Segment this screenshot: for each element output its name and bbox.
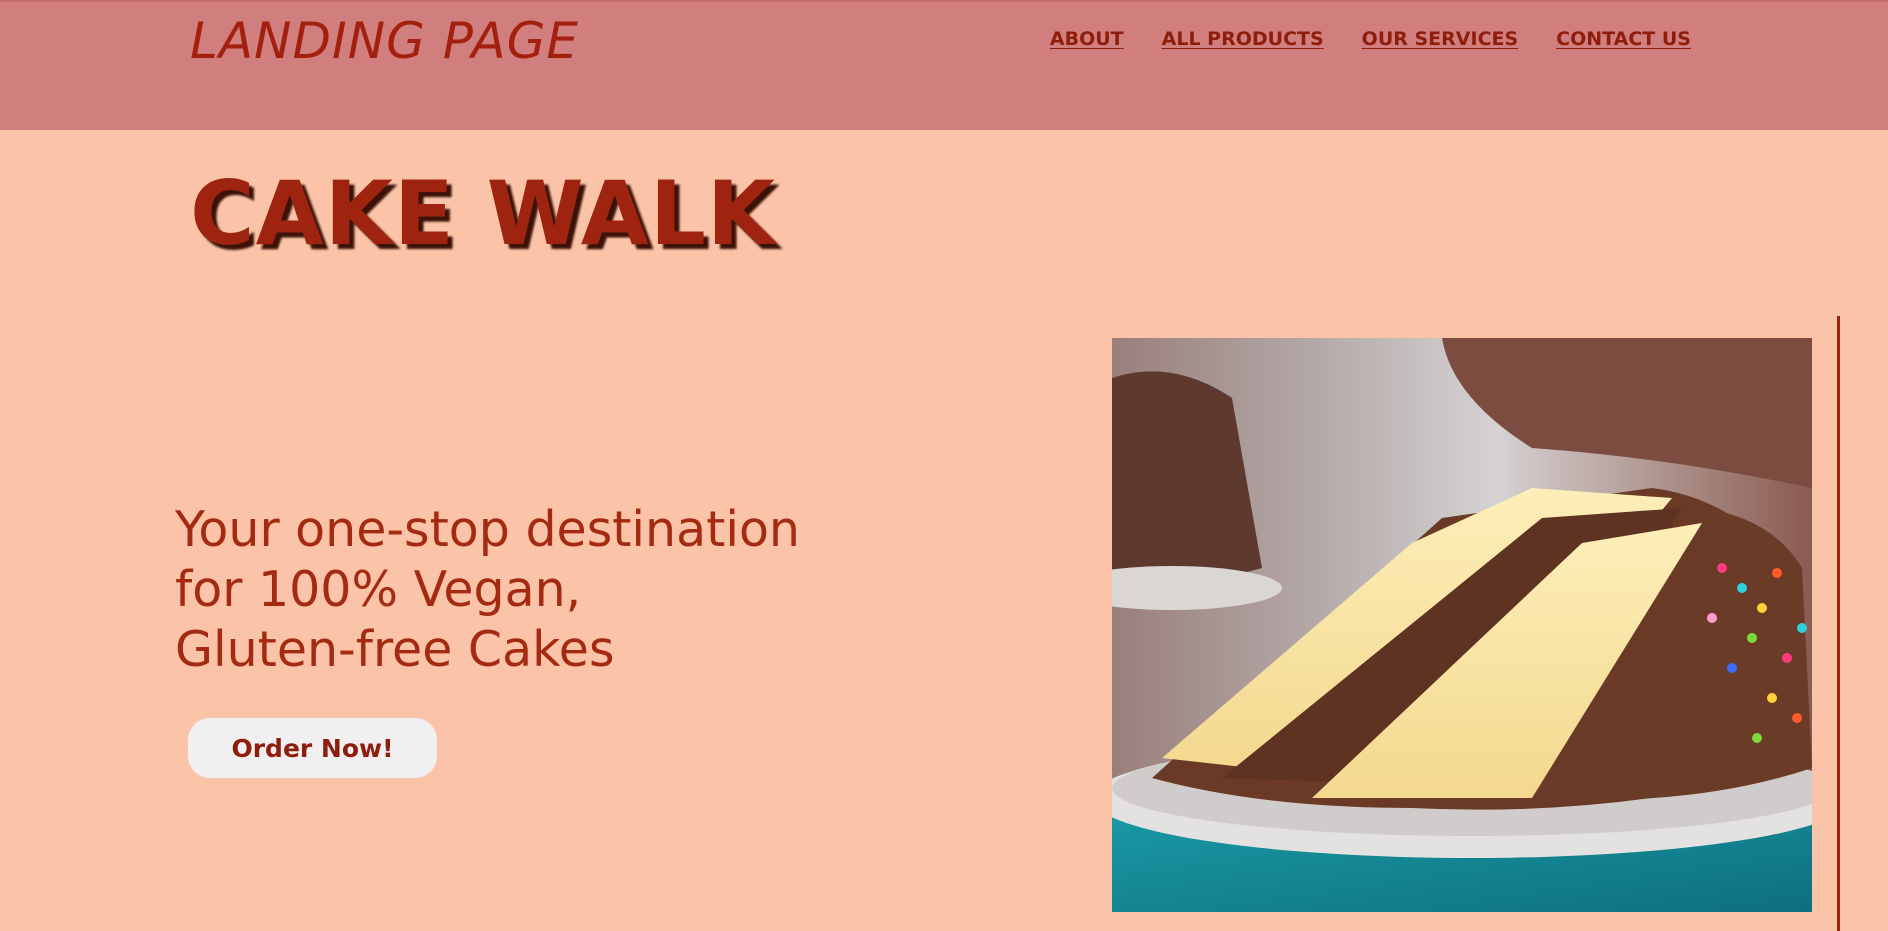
tagline-line: for 100% Vegan,: [175, 561, 582, 618]
top-navigation-bar: LANDING PAGE ABOUT ALL PRODUCTS OUR SERV…: [0, 0, 1888, 130]
nav-link-contact-us[interactable]: CONTACT US: [1556, 28, 1691, 50]
nav-link-our-services[interactable]: OUR SERVICES: [1362, 28, 1519, 50]
site-brand[interactable]: LANDING PAGE: [190, 12, 579, 70]
main-nav: ABOUT ALL PRODUCTS OUR SERVICES CONTACT …: [1050, 28, 1691, 50]
hero-tagline: Your one-stop destination for 100% Vegan…: [175, 500, 875, 680]
right-divider: [1837, 316, 1840, 931]
tagline-line: Gluten-free Cakes: [175, 621, 615, 678]
tagline-line: Your one-stop destination: [175, 501, 800, 558]
cake-slice-icon: [1112, 338, 1812, 912]
nav-link-about[interactable]: ABOUT: [1050, 28, 1124, 50]
order-now-button[interactable]: Order Now!: [188, 718, 437, 778]
nav-link-all-products[interactable]: ALL PRODUCTS: [1162, 28, 1324, 50]
cake-slice-image: [1112, 338, 1812, 912]
hero-title: CAKE WALK: [190, 162, 777, 265]
